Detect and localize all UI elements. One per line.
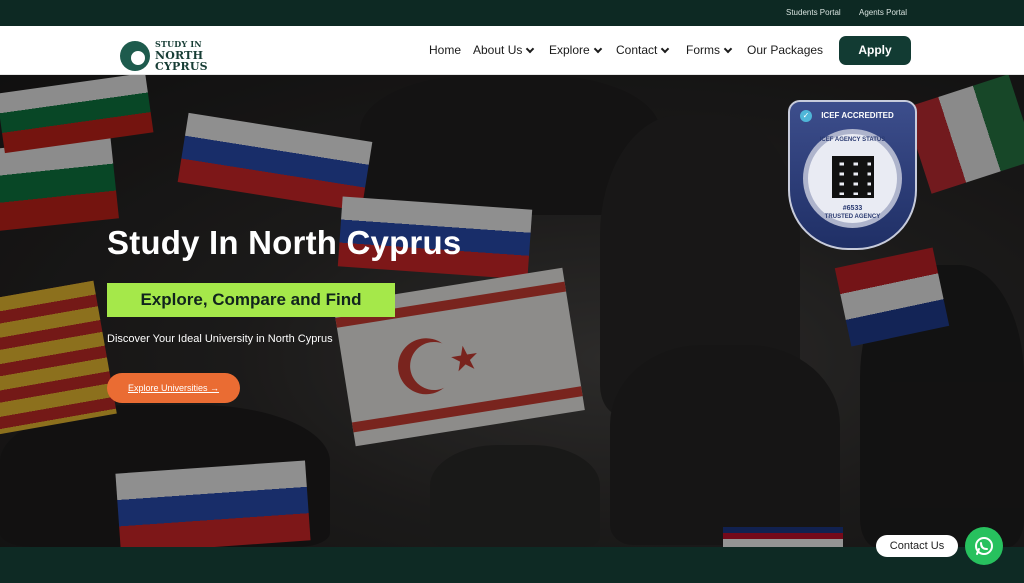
badge-header: ICEF ACCREDITED xyxy=(821,111,894,120)
icef-accreditation-badge: ✓ ICEF ACCREDITED ICEF AGENCY STATUS #65… xyxy=(788,100,917,250)
contact-us-button[interactable]: Contact Us xyxy=(876,535,958,557)
whatsapp-icon xyxy=(975,537,993,555)
agents-portal-link[interactable]: Agents Portal xyxy=(859,8,907,17)
logo-icon xyxy=(120,41,150,71)
chevron-down-icon xyxy=(661,44,670,54)
nav-forms[interactable]: Forms xyxy=(686,43,733,57)
apply-button[interactable]: Apply xyxy=(839,36,911,65)
chevron-down-icon xyxy=(593,44,602,54)
nav-explore[interactable]: Explore xyxy=(549,43,602,57)
nav-our-packages[interactable]: Our Packages xyxy=(747,43,823,57)
badge-number: #6533 xyxy=(842,205,863,212)
nav-home[interactable]: Home xyxy=(429,43,461,57)
chevron-down-icon xyxy=(723,44,733,54)
explore-universities-button[interactable]: Explore Universities → xyxy=(107,373,240,403)
qr-code-icon xyxy=(832,156,874,198)
whatsapp-button[interactable] xyxy=(965,527,1003,565)
badge-ring-top: ICEF AGENCY STATUS xyxy=(819,137,886,143)
hero-section: ★ Study In North Cyprus Explore, Compare… xyxy=(0,75,1024,547)
badge-seal: ICEF AGENCY STATUS #6533 TRUSTED AGENCY xyxy=(803,129,902,228)
students-portal-link[interactable]: Students Portal xyxy=(786,8,841,17)
hero-tagline: Explore, Compare and Find xyxy=(107,283,395,317)
nav-contact[interactable]: Contact xyxy=(616,43,670,57)
main-navigation: STUDY IN NORTH CYPRUS Home About Us Expl… xyxy=(0,26,1024,75)
top-bar: Students Portal Agents Portal xyxy=(0,0,1024,26)
footer-strip xyxy=(0,547,1024,583)
site-logo[interactable]: STUDY IN NORTH CYPRUS xyxy=(120,32,220,73)
hero-title: Study In North Cyprus xyxy=(107,224,462,261)
nav-about-us[interactable]: About Us xyxy=(473,43,535,57)
chevron-down-icon xyxy=(526,44,535,54)
hero-subtitle: Discover Your Ideal University in North … xyxy=(107,333,333,345)
badge-ring-bottom: TRUSTED AGENCY xyxy=(824,214,881,220)
logo-text: STUDY IN NORTH CYPRUS xyxy=(155,39,208,73)
